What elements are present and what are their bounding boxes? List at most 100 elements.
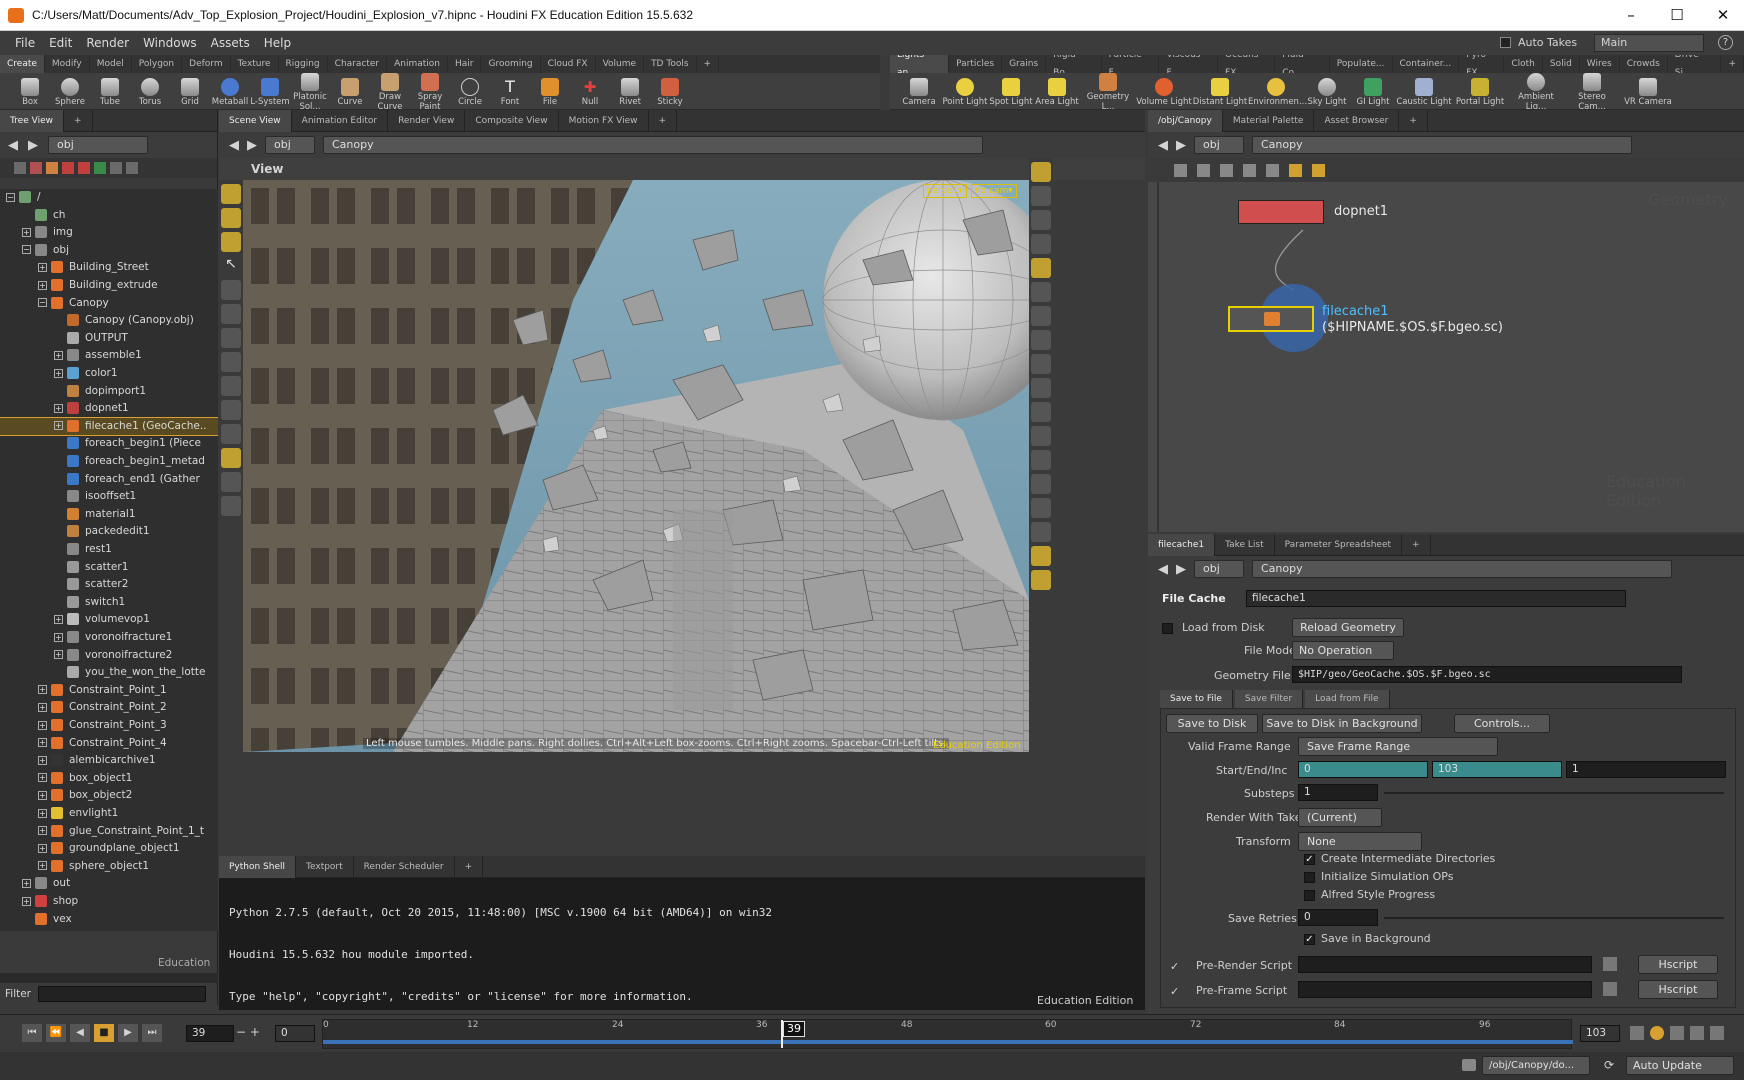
tree-item[interactable]: + groundplane_object1 — [0, 840, 218, 857]
display-option-icon[interactable] — [1031, 234, 1051, 254]
script-file-icon[interactable] — [1603, 982, 1617, 996]
settings-icon[interactable] — [1710, 1026, 1724, 1040]
view-tool-icon[interactable] — [221, 184, 241, 204]
tree-item[interactable]: you_the_won_the_lotte — [0, 664, 218, 681]
view-tool-icon[interactable] — [221, 232, 241, 252]
tab-textport[interactable]: Textport — [296, 855, 354, 878]
tree-item[interactable]: packededit1 — [0, 523, 218, 540]
display-option-icon[interactable] — [1031, 306, 1051, 326]
tree-item[interactable]: + out — [0, 875, 218, 892]
pose-tool-icon[interactable] — [221, 376, 241, 396]
expand-toggle-icon[interactable] — [54, 439, 63, 448]
rotate-tool-icon[interactable] — [221, 304, 241, 324]
caustic-light-tool[interactable]: Caustic Light — [1396, 76, 1452, 107]
forward-arrow-icon[interactable]: ▶ — [1176, 138, 1186, 153]
portal-light-tool[interactable]: Portal Light — [1452, 76, 1508, 107]
expand-toggle-icon[interactable]: + — [38, 685, 47, 695]
tab-render-view[interactable]: Render View — [388, 109, 466, 132]
shelf-tab[interactable]: Populate... — [1330, 55, 1393, 73]
forward-arrow-icon[interactable]: ▶ — [28, 138, 38, 153]
shelf-tab[interactable]: Model — [90, 55, 132, 73]
tab-python-shell[interactable]: Python Shell — [219, 855, 297, 878]
update-mode-select[interactable]: Auto Update — [1626, 1056, 1734, 1075]
frame-step-buttons[interactable]: − + — [236, 1025, 260, 1039]
display-option-icon[interactable] — [1031, 402, 1051, 422]
scale-tool-icon[interactable] — [221, 328, 241, 348]
maximize-button[interactable]: ☐ — [1666, 4, 1688, 26]
tree-filter-icon[interactable] — [62, 162, 74, 174]
desktop-select[interactable]: Main — [1594, 34, 1704, 52]
stereo-camera-tool[interactable]: Stereo Cam... — [1564, 73, 1620, 109]
shelf-tab[interactable]: Lights an... — [890, 55, 950, 73]
shelf-tab[interactable]: Rigid Bo... — [1046, 55, 1102, 73]
area-light-tool[interactable]: Area Light — [1034, 76, 1080, 107]
expand-toggle-icon[interactable]: + — [38, 702, 47, 712]
expand-toggle-icon[interactable]: + — [54, 403, 63, 413]
shelf-tab[interactable]: Fluid Co... — [1275, 55, 1330, 73]
pre-frame-toggle[interactable]: ✓ — [1170, 985, 1179, 998]
null-tool[interactable]: ✚ Null — [570, 76, 610, 107]
save-retries-field[interactable]: 0 — [1298, 909, 1378, 926]
tab-motion-fx-view[interactable]: Motion FX View — [559, 109, 649, 132]
subtab-save-filter[interactable]: Save Filter — [1234, 690, 1304, 708]
tree-item[interactable]: Canopy (Canopy.obj) — [0, 312, 218, 329]
geometry-light-tool[interactable]: Geometry L... — [1080, 73, 1136, 109]
pre-frame-language-select[interactable]: Hscript — [1638, 980, 1718, 999]
move-tool-icon[interactable] — [221, 280, 241, 300]
filecache1-node[interactable] — [1228, 306, 1314, 332]
network-tool-icon[interactable] — [1220, 163, 1233, 177]
substeps-field[interactable]: 1 — [1298, 784, 1378, 801]
camera-menu-persp[interactable]: persp1▾ — [923, 184, 967, 198]
tube-tool[interactable]: Tube — [90, 76, 130, 107]
play-button[interactable]: ▶ — [118, 1024, 138, 1042]
end-frame-field[interactable]: 103 — [1580, 1025, 1620, 1042]
tree-item[interactable]: + Constraint_Point_2 — [0, 699, 218, 716]
expand-toggle-icon[interactable]: + — [38, 773, 47, 783]
expand-toggle-icon[interactable]: + — [38, 826, 47, 836]
display-option-icon[interactable] — [1031, 162, 1051, 182]
expand-toggle-icon[interactable]: + — [54, 650, 63, 660]
shelf-tab[interactable]: Cloud FX — [541, 55, 596, 73]
tree-item[interactable]: scatter1 — [0, 559, 218, 576]
menu-file[interactable]: File — [8, 31, 42, 55]
tree-item[interactable]: rest1 — [0, 541, 218, 558]
status-path-select[interactable]: /obj/Canopy/do... — [1482, 1056, 1590, 1075]
expand-toggle-icon[interactable] — [54, 457, 63, 466]
tree-item[interactable]: + Building_extrude — [0, 277, 218, 294]
expand-toggle-icon[interactable] — [54, 474, 63, 483]
message-icon[interactable] — [1462, 1059, 1476, 1071]
tree-item[interactable]: foreach_begin1 (Piece — [0, 435, 218, 452]
path-crumb-obj[interactable]: obj — [1194, 136, 1244, 154]
tree-item[interactable]: + dopnet1 — [0, 400, 218, 417]
tree-item[interactable]: OUTPUT — [0, 330, 218, 347]
expand-toggle-icon[interactable]: + — [22, 896, 31, 906]
pre-frame-script-field[interactable] — [1298, 981, 1592, 998]
tree-item[interactable]: + voronoifracture1 — [0, 629, 218, 646]
tree-item[interactable]: ch — [0, 207, 218, 224]
tree-filter-icon[interactable] — [78, 162, 90, 174]
load-from-disk-checkbox[interactable] — [1162, 623, 1173, 634]
tab-parameter-spreadsheet[interactable]: Parameter Spreadsheet — [1275, 533, 1403, 556]
close-button[interactable]: ✕ — [1712, 4, 1734, 26]
tree-item[interactable]: + Constraint_Point_4 — [0, 735, 218, 752]
shelf-tab[interactable]: Oceans FX — [1218, 55, 1276, 73]
tree-item[interactable]: + box_object2 — [0, 787, 218, 804]
add-tab-button[interactable]: + — [64, 109, 93, 132]
metaball-tool[interactable]: Metaball — [210, 76, 250, 107]
platonic-tool[interactable]: Platonic Sol... — [290, 71, 330, 112]
tree-item[interactable]: + shop — [0, 893, 218, 910]
start-frame-field[interactable]: 0 — [1298, 761, 1428, 778]
reverse-play-button[interactable]: ◀ — [70, 1024, 90, 1042]
tree-item[interactable]: + img — [0, 224, 218, 241]
rivet-tool[interactable]: Rivet — [610, 76, 650, 107]
shelf-tab[interactable]: Pyro FX — [1459, 55, 1505, 73]
tree-item[interactable]: scatter2 — [0, 576, 218, 593]
save-in-background-checkbox[interactable]: ✓ — [1304, 934, 1315, 945]
add-tab-button[interactable]: + — [1399, 109, 1428, 132]
shelf-tab[interactable]: Texture — [231, 55, 279, 73]
add-tab-button[interactable]: + — [649, 109, 678, 132]
increment-field[interactable]: 1 — [1566, 761, 1726, 778]
curve-tool[interactable]: Curve — [330, 76, 370, 107]
auto-takes-checkbox[interactable] — [1500, 37, 1511, 48]
current-frame-field[interactable]: 39 — [186, 1025, 234, 1042]
